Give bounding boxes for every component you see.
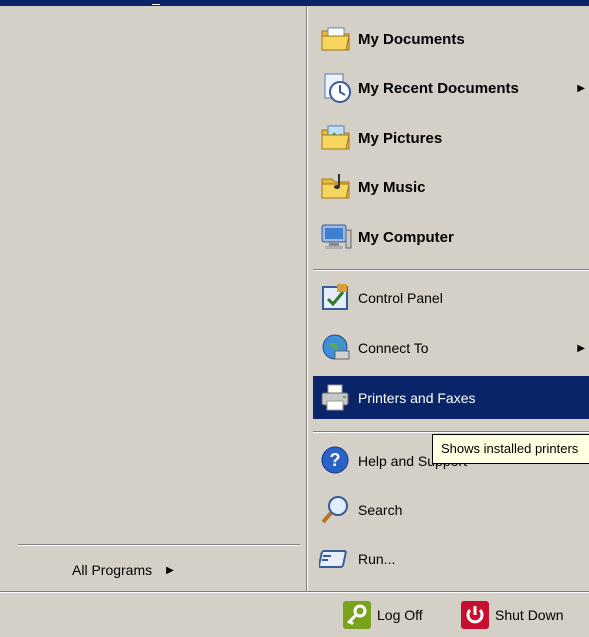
underline-mark bbox=[152, 4, 160, 5]
menu-item-label: Search bbox=[358, 502, 403, 518]
folder-documents-icon bbox=[318, 21, 354, 57]
bottom-bar: Log Off Shut Down bbox=[0, 591, 589, 637]
menu-item-connect-to[interactable]: Connect To ▶ bbox=[313, 327, 589, 369]
power-icon bbox=[461, 601, 489, 629]
menu-item-run[interactable]: Run... bbox=[313, 538, 589, 580]
folder-music-icon bbox=[318, 169, 354, 205]
menu-item-label: Connect To bbox=[358, 340, 429, 356]
tooltip: Shows installed printers bbox=[432, 434, 589, 464]
menu-item-control-panel[interactable]: Control Panel bbox=[313, 277, 589, 319]
printer-icon bbox=[318, 380, 354, 416]
shut-down-label: Shut Down bbox=[495, 607, 564, 623]
pinned-programs-panel: All Programs ▶ bbox=[0, 6, 306, 591]
submenu-arrow-icon: ▶ bbox=[166, 564, 174, 576]
globe-connect-icon bbox=[318, 330, 354, 366]
submenu-arrow-icon: ▶ bbox=[577, 82, 585, 94]
menu-item-label: My Documents bbox=[358, 30, 465, 48]
places-panel: My Documents My Recent Documents ▶ My Pi… bbox=[308, 6, 589, 591]
all-programs-separator bbox=[18, 544, 300, 546]
control-panel-icon bbox=[318, 280, 354, 316]
all-programs-button[interactable]: All Programs ▶ bbox=[72, 558, 174, 582]
svg-text:?: ? bbox=[330, 450, 341, 470]
help-icon: ? bbox=[318, 443, 354, 479]
menu-item-my-computer[interactable]: My Computer bbox=[313, 216, 589, 258]
menu-item-printers-and-faxes[interactable]: Printers and Faxes bbox=[313, 376, 589, 419]
log-off-label: Log Off bbox=[377, 607, 423, 623]
shut-down-button[interactable]: Shut Down bbox=[461, 600, 563, 630]
search-magnifier-icon bbox=[318, 492, 354, 528]
menu-item-label: Run... bbox=[358, 551, 396, 567]
run-icon bbox=[318, 541, 354, 577]
submenu-arrow-icon: ▶ bbox=[577, 342, 585, 354]
menu-item-search[interactable]: Search bbox=[313, 489, 589, 531]
menu-item-label: My Music bbox=[358, 178, 426, 196]
menu-item-my-pictures[interactable]: My Pictures bbox=[313, 117, 589, 159]
menu-item-label: Printers and Faxes bbox=[358, 389, 476, 406]
all-programs-label: All Programs bbox=[72, 562, 153, 578]
bottom-bar-highlight bbox=[0, 592, 589, 593]
menu-separator bbox=[313, 431, 589, 433]
menu-item-my-documents[interactable]: My Documents bbox=[313, 18, 589, 60]
menu-separator bbox=[313, 269, 589, 271]
key-icon bbox=[343, 601, 371, 629]
menu-item-my-recent-documents[interactable]: My Recent Documents ▶ bbox=[313, 67, 589, 109]
menu-item-label: My Computer bbox=[358, 228, 454, 246]
recent-documents-icon bbox=[318, 70, 354, 106]
menu-item-label: My Pictures bbox=[358, 129, 443, 147]
menu-item-my-music[interactable]: My Music bbox=[313, 166, 589, 208]
menu-item-label: Control Panel bbox=[358, 290, 443, 306]
log-off-button[interactable]: Log Off bbox=[343, 600, 423, 630]
menu-item-label: My Recent Documents bbox=[358, 79, 519, 97]
folder-pictures-icon bbox=[318, 120, 354, 156]
computer-icon bbox=[318, 219, 354, 255]
